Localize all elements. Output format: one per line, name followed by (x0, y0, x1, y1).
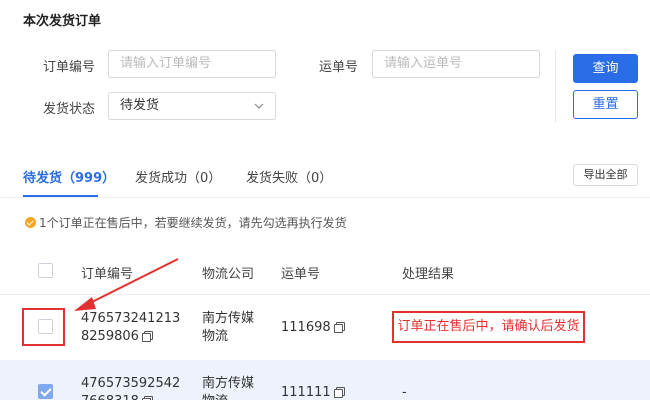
notice-text: 1个订单正在售后中，若要继续发货，请先勾选再执行发货 (39, 216, 347, 230)
logistics-cell: 南方传媒 物流 (202, 375, 254, 400)
logistics-line1: 南方传媒 (202, 376, 255, 391)
ship-status-select[interactable]: 待发货 (108, 92, 276, 120)
waybill-no-label: 运单号 (319, 60, 359, 75)
order-no-cell: 476573592542 7668318 (81, 375, 180, 400)
order-no-line2: 7668318 (81, 394, 139, 400)
tab-failed[interactable]: 发货失败（0） (246, 167, 332, 186)
header-result: 处理结果 (402, 267, 455, 282)
order-no-line1: 476573592542 (81, 376, 181, 391)
aftersale-notice: 1个订单正在售后中，若要继续发货，请先勾选再执行发货 (25, 214, 347, 231)
chevron-down-icon (254, 103, 264, 109)
waybill-value: 111698 (281, 320, 331, 335)
copy-icon[interactable] (141, 331, 153, 342)
select-all-checkbox[interactable] (38, 263, 53, 278)
order-no-line2: 8259806 (81, 329, 139, 344)
header-divider (0, 294, 650, 295)
header-order-no: 订单编号 (81, 267, 134, 282)
copy-icon[interactable] (141, 396, 153, 400)
waybill-cell: 111698 (281, 319, 345, 337)
filter-divider (555, 50, 556, 122)
order-no-label: 订单编号 (43, 60, 96, 75)
logistics-line2: 物流 (202, 329, 229, 344)
export-all-button[interactable]: 导出全部 (573, 164, 638, 186)
tab-pending[interactable]: 待发货（999） (23, 167, 115, 186)
copy-icon[interactable] (333, 322, 345, 333)
order-no-cell: 476573241213 8259806 (81, 310, 180, 346)
order-no-line1: 476573241213 (81, 311, 181, 326)
logistics-cell: 南方传媒 物流 (202, 310, 254, 346)
logistics-line1: 南方传媒 (202, 311, 255, 326)
result-cell-warning: 订单正在售后中，请确认后发货 (392, 311, 585, 343)
header-waybill: 运单号 (281, 267, 321, 282)
ship-status-value: 待发货 (120, 98, 160, 113)
query-button[interactable]: 查询 (573, 54, 638, 83)
page-title: 本次发货订单 (23, 14, 102, 29)
check-circle-icon (25, 217, 36, 228)
logistics-line2: 物流 (202, 393, 254, 400)
ship-status-label: 发货状态 (43, 102, 96, 117)
tab-success[interactable]: 发货成功（0） (135, 167, 221, 186)
waybill-cell: 111111 (281, 384, 345, 400)
row-checkbox-checked[interactable] (38, 384, 53, 399)
copy-icon[interactable] (333, 387, 345, 398)
order-no-input[interactable]: 请输入订单编号 (108, 50, 276, 78)
waybill-value: 111111 (281, 385, 331, 400)
row-checkbox[interactable] (38, 319, 53, 334)
tabs-divider (0, 197, 650, 198)
result-cell: - (402, 385, 407, 400)
reset-button[interactable]: 重置 (573, 90, 638, 119)
waybill-no-input[interactable]: 请输入运单号 (372, 50, 540, 78)
header-logistics: 物流公司 (202, 267, 255, 282)
